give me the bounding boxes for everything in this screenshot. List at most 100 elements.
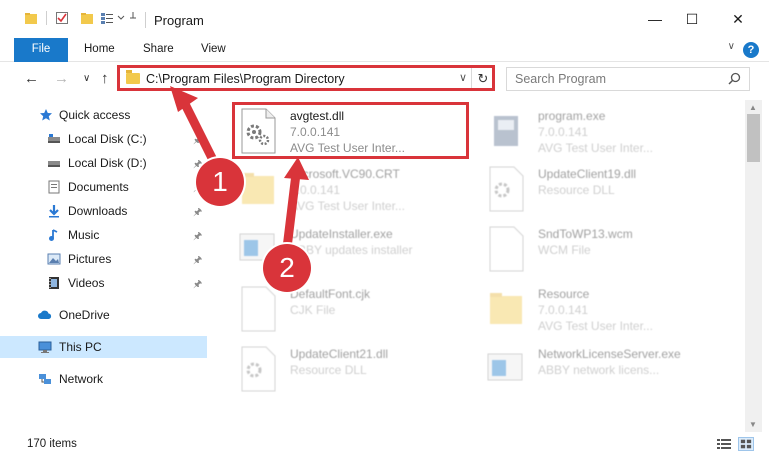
sidebar-item-quick-access[interactable]: Quick access	[0, 104, 207, 126]
dll-icon	[489, 166, 524, 212]
file-item-resource[interactable]: Resource 7.0.0.141 AVG Test User Inter..…	[483, 282, 731, 338]
file-item-sndtowp13-wcm[interactable]: SndToWP13.wcm WCM File	[483, 222, 731, 278]
sidebar-item-music[interactable]: Music 🖈	[0, 224, 207, 246]
tab-view[interactable]: View	[187, 38, 240, 61]
file-version: 7.0.0.141	[538, 303, 589, 317]
file-item-microsoft-vc90-crt[interactable]: Microsoft.VC90.CRT 7.0.0.141 AVG Test Us…	[235, 162, 483, 218]
sidebar-item-videos[interactable]: Videos 🖈	[0, 272, 207, 294]
item-count: 170 items	[27, 438, 77, 450]
step-2-callout: 2	[263, 244, 311, 292]
pin-icon: 🖈	[193, 231, 203, 242]
ribbon: File Home Share View ∨ ?	[0, 38, 769, 94]
title-bar: Program — ☐ ✕	[0, 0, 769, 38]
server-icon	[487, 353, 523, 381]
forward-button[interactable]: →	[54, 70, 69, 87]
title-separator	[145, 12, 146, 28]
sidebar-item-label: This PC	[59, 340, 102, 354]
tab-share[interactable]: Share	[129, 38, 188, 61]
folder-icon	[242, 173, 274, 204]
file-name: Resource	[538, 287, 590, 301]
pin-icon: 🖈	[193, 279, 203, 290]
address-bar-highlight	[117, 65, 495, 91]
documents-icon	[48, 180, 60, 194]
sidebar-item-local-disk-c[interactable]: Local Disk (C:) 🖈	[0, 128, 207, 150]
file-item-updateclient19-dll[interactable]: UpdateClient19.dll Resource DLL	[483, 162, 731, 218]
file-description: AVG Test User Inter...	[538, 319, 653, 333]
vertical-scrollbar[interactable]: ▲ ▼	[745, 100, 762, 432]
up-button[interactable]: ↑	[101, 70, 109, 87]
pictures-icon	[47, 253, 61, 265]
customize-toolbar-chevron-icon[interactable]	[117, 15, 125, 21]
sidebar-item-label: OneDrive	[59, 308, 110, 322]
maximize-button[interactable]: ☐	[669, 0, 715, 38]
details-view-icon[interactable]	[716, 437, 732, 451]
network-icon	[39, 374, 51, 384]
properties-icon[interactable]	[55, 11, 69, 25]
recent-locations-button[interactable]: ∨	[83, 73, 90, 84]
drive-icon	[48, 134, 60, 143]
status-bar: 170 items	[0, 432, 769, 456]
sidebar-item-downloads[interactable]: Downloads 🖈	[0, 200, 207, 222]
new-folder-icon[interactable]	[80, 11, 94, 25]
file-icon	[489, 226, 524, 272]
file-item-defaultfont-cjk[interactable]: DefaultFont.cjk CJK File	[235, 282, 483, 338]
step-1-callout: 1	[196, 158, 244, 206]
file-description: AVG Test User Inter...	[538, 141, 653, 155]
search-placeholder[interactable]: Search Program	[515, 72, 606, 86]
sidebar-item-onedrive[interactable]: OneDrive	[0, 304, 207, 326]
help-button[interactable]: ?	[743, 42, 759, 58]
sidebar-item-label: Music	[68, 228, 100, 242]
file-type: CJK File	[290, 303, 336, 317]
file-type: ABBY updates installer	[290, 243, 413, 257]
back-button[interactable]: ←	[24, 70, 39, 87]
folder-icon	[490, 293, 522, 324]
separator-icon	[46, 11, 47, 25]
cloud-icon	[38, 310, 52, 319]
file-name: DefaultFont.cjk	[290, 287, 371, 301]
file-type: Resource DLL	[290, 363, 367, 377]
window-title: Program	[154, 13, 204, 28]
sidebar-item-label: Local Disk (D:)	[68, 156, 147, 170]
pin-icon: 🖈	[193, 207, 203, 218]
sidebar-item-label: Pictures	[68, 252, 112, 266]
file-item-updateclient21-dll[interactable]: UpdateClient21.dll Resource DLL	[235, 342, 483, 398]
drive-icon	[48, 161, 60, 167]
tab-home[interactable]: Home	[70, 38, 129, 61]
sidebar-item-label: Local Disk (C:)	[68, 132, 147, 146]
search-input[interactable]: Search Program	[506, 67, 750, 91]
sidebar-item-local-disk-d[interactable]: Local Disk (D:) 🖈	[0, 152, 207, 174]
selected-file-highlight	[232, 102, 469, 159]
file-item-networklicenseserver-exe[interactable]: NetworkLicenseServer.exe ABBY network li…	[483, 342, 731, 398]
view-icon[interactable]	[100, 11, 114, 25]
pin-icon: 🖈	[193, 255, 203, 266]
file-name: SndToWP13.wcm	[538, 227, 633, 241]
scroll-up-icon[interactable]: ▲	[749, 103, 757, 112]
sidebar-item-pictures[interactable]: Pictures 🖈	[0, 248, 207, 270]
file-type: Resource DLL	[538, 183, 615, 197]
file-item-program-exe[interactable]: program.exe 7.0.0.141 AVG Test User Inte…	[483, 104, 731, 160]
close-button[interactable]: ✕	[715, 0, 761, 38]
sidebar-item-label: Videos	[68, 276, 105, 290]
sidebar-item-documents[interactable]: Documents 🖈	[0, 176, 207, 198]
pin-icon: 🖈	[193, 135, 203, 146]
sidebar-item-this-pc[interactable]: This PC	[0, 336, 207, 358]
sidebar-item-network[interactable]: Network	[0, 368, 207, 390]
expand-ribbon-chevron-icon[interactable]: ∨	[728, 41, 735, 52]
file-version: 7.0.0.141	[538, 125, 589, 139]
dll-icon	[241, 346, 276, 392]
video-icon	[49, 277, 59, 289]
file-name: UpdateClient19.dll	[538, 167, 637, 181]
file-type: WCM File	[538, 243, 591, 257]
tiles-view-icon[interactable]	[738, 437, 754, 451]
search-icon[interactable]	[728, 72, 741, 85]
file-type: ABBY network licens...	[538, 363, 660, 377]
sidebar-item-label: Documents	[68, 180, 129, 194]
file-version: 7.0.0.141	[290, 183, 341, 197]
scrollbar-thumb[interactable]	[747, 114, 760, 162]
exe-icon	[494, 116, 518, 146]
scroll-down-icon[interactable]: ▼	[749, 420, 757, 429]
sidebar-item-label: Network	[59, 372, 104, 386]
file-name: UpdateClient21.dll	[290, 347, 389, 361]
sidebar-item-label: Downloads	[68, 204, 128, 218]
file-icon	[241, 286, 276, 332]
